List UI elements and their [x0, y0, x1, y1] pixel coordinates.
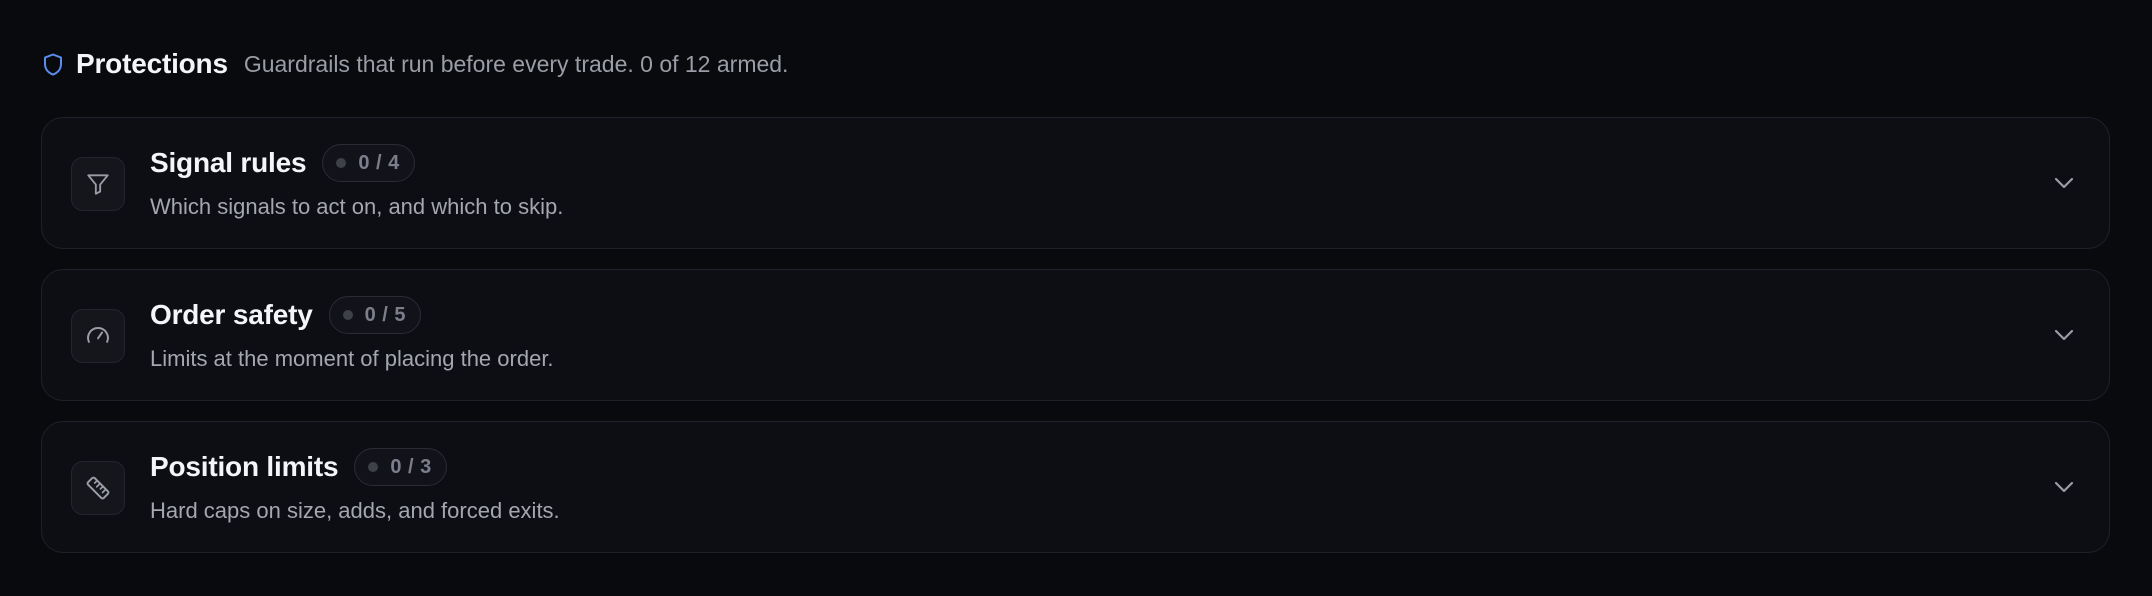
armed-count: 0 / 3 — [390, 455, 432, 478]
section-title: Position limits — [150, 451, 339, 482]
status-dot — [342, 310, 353, 320]
status-dot — [336, 158, 347, 168]
armed-count: 0 / 4 — [358, 151, 400, 174]
protections-panel: Protections Guardrails that run before e… — [0, 0, 2152, 596]
gauge-icon — [71, 309, 125, 363]
protections-header: Protections Guardrails that run before e… — [42, 44, 788, 84]
chevron-down-icon[interactable] — [2049, 168, 2079, 198]
section-description: Hard caps on size, adds, and forced exit… — [150, 498, 560, 523]
section-description: Limits at the moment of placing the orde… — [150, 346, 554, 371]
armed-count: 0 / 5 — [364, 303, 406, 326]
chevron-down-icon[interactable] — [2049, 320, 2079, 350]
section-order-safety[interactable]: Order safety 0 / 5 Limits at the moment … — [41, 269, 2110, 401]
page-title: Protections — [76, 48, 228, 79]
status-dot — [368, 462, 379, 472]
chevron-down-icon[interactable] — [2049, 472, 2079, 502]
section-signal-rules[interactable]: Signal rules 0 / 4 Which signals to act … — [41, 117, 2110, 249]
page-subtitle: Guardrails that run before every trade. … — [243, 50, 789, 77]
ruler-icon — [71, 461, 125, 515]
armed-count-badge: 0 / 3 — [354, 448, 447, 486]
section-position-limits[interactable]: Position limits 0 / 3 Hard caps on size,… — [41, 421, 2110, 553]
filter-icon — [71, 157, 125, 211]
armed-count-badge: 0 / 5 — [328, 296, 421, 334]
section-title: Signal rules — [150, 147, 307, 178]
section-title: Order safety — [150, 299, 313, 330]
shield-icon — [42, 52, 64, 76]
armed-count-badge: 0 / 4 — [322, 144, 415, 182]
section-description: Which signals to act on, and which to sk… — [150, 194, 564, 219]
